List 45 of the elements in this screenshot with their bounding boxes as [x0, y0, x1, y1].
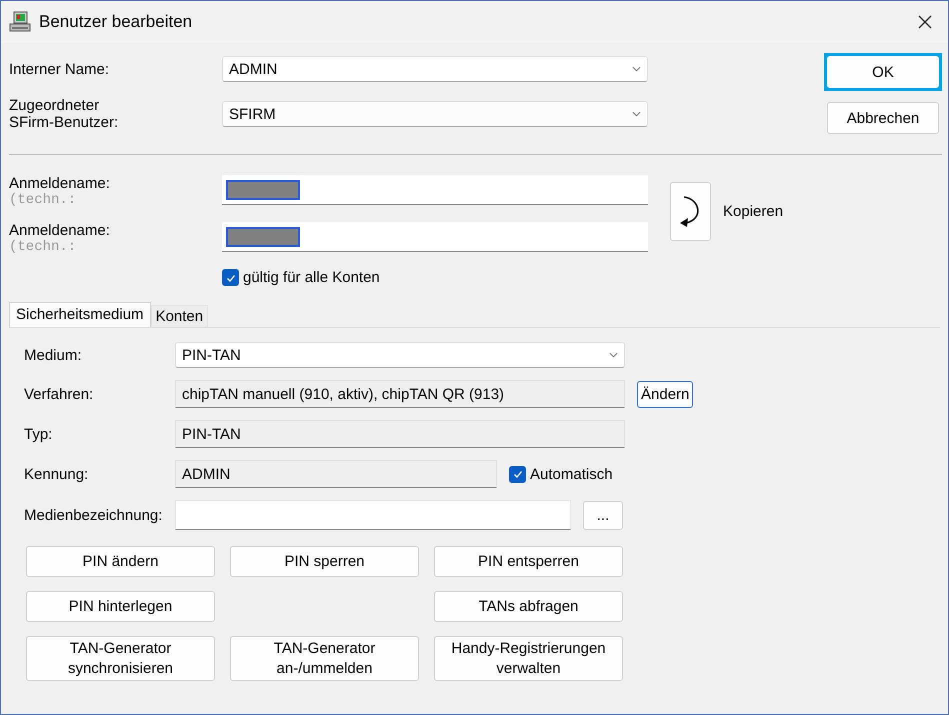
field-hint: (techn.:	[9, 239, 78, 255]
cancel-button[interactable]: Abbrechen	[827, 102, 939, 134]
tab[interactable]: Konten	[150, 305, 208, 327]
tab[interactable]: Sicherheitsmedium	[9, 302, 151, 327]
field-label: Interner Name:	[9, 60, 110, 78]
computer-icon	[9, 11, 31, 33]
action-button[interactable]: PIN entsperren	[434, 546, 623, 577]
action-button[interactable]: TAN-Generator synchronisieren	[26, 636, 215, 681]
field-label: Anmeldename:	[9, 175, 111, 192]
checkbox-label: Automatisch	[530, 466, 613, 482]
input-field[interactable]	[222, 222, 648, 252]
chevron-down-icon	[609, 352, 618, 358]
action-button[interactable]: Handy-Registrierungen verwalten	[434, 636, 623, 681]
copy-button[interactable]	[670, 182, 711, 240]
action-button[interactable]: PIN ändern	[26, 546, 215, 577]
dropdown[interactable]: ADMIN	[222, 56, 648, 82]
chevron-down-icon	[632, 111, 641, 117]
readonly-field: chipTAN manuell (910, aktiv), chipTAN QR (913)	[175, 380, 625, 408]
field-label: Verfahren:	[24, 386, 94, 402]
change-button[interactable]: Ändern	[637, 380, 694, 408]
readonly-field: ADMIN	[175, 460, 497, 488]
field-hint: (techn.:	[9, 192, 78, 208]
copy-label: Kopieren	[723, 202, 784, 220]
chevron-down-icon	[632, 66, 641, 72]
ok-button[interactable]: OK	[827, 56, 939, 88]
checkbox[interactable]	[222, 269, 239, 286]
dropdown[interactable]: SFIRM	[222, 101, 648, 127]
action-button[interactable]: PIN hinterlegen	[26, 591, 215, 622]
action-button[interactable]: TAN-Generator an-/ummelden	[230, 636, 419, 681]
field-label: Kennung:	[24, 466, 90, 482]
checkbox-label: gültig für alle Konten	[243, 269, 380, 286]
dropdown[interactable]: PIN-TAN	[175, 342, 625, 368]
field-label: Anmeldename:	[9, 222, 111, 239]
window-title: Benutzer bearbeiten	[39, 12, 194, 32]
action-button[interactable]: PIN sperren	[230, 546, 419, 577]
browse-button[interactable]: ...	[583, 500, 623, 530]
field-label: Medium:	[24, 346, 83, 364]
field-label: Zugeordneter SFirm-Benutzer:	[9, 97, 120, 131]
readonly-field: PIN-TAN	[175, 420, 625, 448]
close-icon[interactable]	[918, 15, 932, 29]
field-label: Typ:	[24, 426, 54, 442]
action-button[interactable]: TANs abfragen	[434, 591, 623, 622]
input-field[interactable]	[222, 175, 648, 205]
checkbox[interactable]	[509, 466, 526, 482]
field-label: Medienbezeichnung:	[24, 506, 164, 524]
